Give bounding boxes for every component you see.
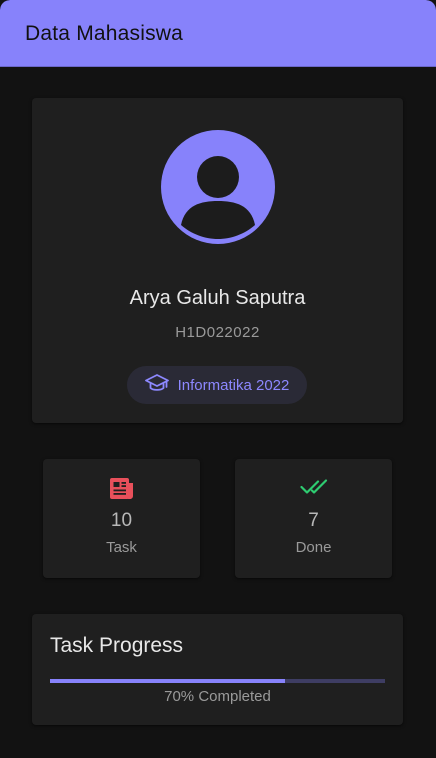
app-bar: Data Mahasiswa: [0, 0, 436, 67]
app-screen: Data Mahasiswa Arya Galuh Saputra H1D022…: [0, 0, 436, 758]
program-chip: Informatika 2022: [127, 366, 307, 404]
done-label: Done: [295, 539, 332, 556]
done-count: 7: [308, 510, 319, 531]
task-progress-card: Task Progress 70% Completed: [32, 614, 403, 725]
graduation-cap-icon: [144, 373, 169, 398]
done-stat-card: 7 Done: [235, 459, 392, 578]
progress-bar: [50, 679, 385, 683]
task-label: Task: [106, 539, 137, 556]
progress-title: Task Progress: [50, 634, 184, 657]
app-bar-title: Data Mahasiswa: [25, 22, 184, 45]
student-nim: H1D022022: [175, 324, 260, 341]
account-circle-icon: [161, 130, 275, 244]
double-check-icon: [235, 476, 392, 498]
program-chip-label: Informatika 2022: [177, 376, 290, 394]
progress-text: 70% Completed: [164, 688, 271, 705]
newspaper-icon: [43, 476, 200, 500]
progress-bar-fill: [50, 679, 285, 683]
profile-card: Arya Galuh Saputra H1D022022 Informatika…: [32, 98, 403, 423]
task-stat-card: 10 Task: [43, 459, 200, 578]
student-name: Arya Galuh Saputra: [129, 287, 306, 309]
task-count: 10: [110, 510, 133, 531]
